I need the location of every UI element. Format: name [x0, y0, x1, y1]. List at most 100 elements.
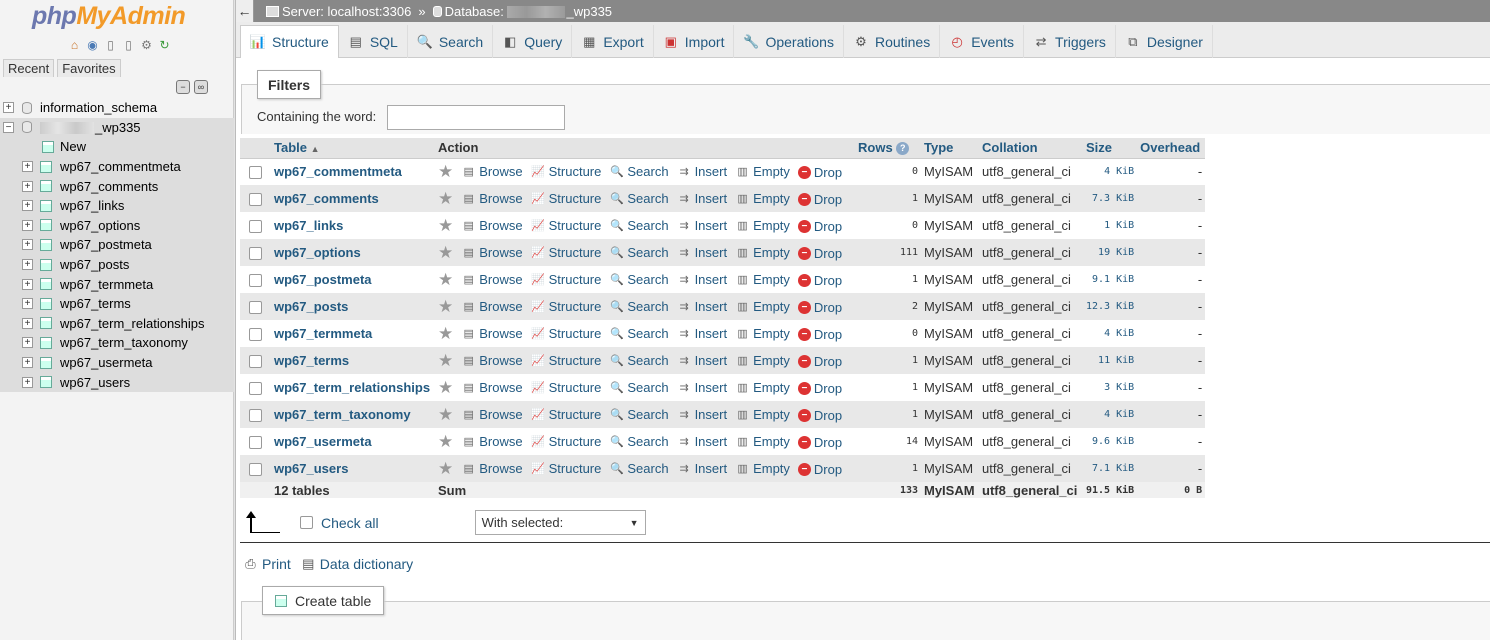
- expand-icon[interactable]: +: [22, 259, 33, 271]
- tab-events[interactable]: ◴ Events: [940, 25, 1025, 58]
- row-checkbox[interactable]: [249, 166, 262, 180]
- tab-sql[interactable]: ▤ SQL: [339, 25, 408, 58]
- row-checkbox[interactable]: [249, 355, 262, 369]
- drop-action[interactable]: − Drop: [797, 381, 842, 396]
- empty-action[interactable]: ▥ Empty: [735, 380, 790, 395]
- empty-action[interactable]: ▥ Empty: [735, 353, 790, 368]
- nav-resize-handle[interactable]: [234, 0, 236, 640]
- search-action[interactable]: 🔍 Search: [609, 407, 669, 422]
- search-action[interactable]: 🔍 Search: [609, 272, 669, 287]
- insert-action[interactable]: ⇉ Insert: [677, 191, 727, 206]
- search-action[interactable]: 🔍 Search: [609, 218, 669, 233]
- browse-action[interactable]: ▤ Browse: [461, 461, 523, 476]
- expand-icon[interactable]: +: [22, 278, 33, 290]
- search-action[interactable]: 🔍 Search: [609, 434, 669, 449]
- tree-label[interactable]: wp67_postmeta: [60, 237, 152, 252]
- tree-label[interactable]: wp67_terms: [60, 296, 131, 311]
- create-table-legend[interactable]: Create table: [262, 586, 385, 615]
- insert-action[interactable]: ⇉ Insert: [677, 218, 727, 233]
- check-all-checkbox[interactable]: [300, 516, 313, 529]
- structure-action[interactable]: 📈 Structure: [531, 407, 601, 422]
- table-name-link[interactable]: wp67_usermeta: [274, 434, 372, 449]
- rows-column-header[interactable]: Rows ?: [855, 138, 921, 159]
- browse-action[interactable]: ▤ Browse: [461, 353, 523, 368]
- tree-table-item[interactable]: + wp67_termmeta: [0, 274, 234, 294]
- table-name-link[interactable]: wp67_postmeta: [274, 272, 372, 287]
- structure-action[interactable]: 📈 Structure: [531, 245, 601, 260]
- table-name-link[interactable]: wp67_links: [274, 218, 343, 233]
- drop-action[interactable]: − Drop: [797, 246, 842, 261]
- tree-table-item[interactable]: + wp67_posts: [0, 254, 234, 275]
- structure-action[interactable]: 📈 Structure: [531, 218, 601, 233]
- structure-action[interactable]: 📈 Structure: [531, 434, 601, 449]
- expand-icon[interactable]: +: [22, 337, 33, 349]
- drop-action[interactable]: − Drop: [797, 165, 842, 180]
- empty-action[interactable]: ▥ Empty: [735, 272, 790, 287]
- table-name-link[interactable]: wp67_term_taxonomy: [274, 407, 411, 422]
- drop-action[interactable]: − Drop: [797, 300, 842, 315]
- favorite-star-icon[interactable]: ★: [438, 459, 453, 478]
- empty-action[interactable]: ▥ Empty: [735, 434, 790, 449]
- tab-export[interactable]: ▦ Export: [572, 25, 654, 58]
- insert-action[interactable]: ⇉ Insert: [677, 461, 727, 476]
- favorite-star-icon[interactable]: ★: [438, 189, 453, 208]
- tab-designer[interactable]: ⧉ Designer: [1116, 25, 1213, 58]
- structure-action[interactable]: 📈 Structure: [531, 353, 601, 368]
- tree-label[interactable]: wp67_comments: [60, 179, 158, 194]
- tree-table-item[interactable]: + wp67_links: [0, 195, 234, 216]
- browse-action[interactable]: ▤ Browse: [461, 434, 523, 449]
- browse-action[interactable]: ▤ Browse: [461, 326, 523, 341]
- row-checkbox[interactable]: [249, 247, 262, 261]
- phpmyadmin-logo[interactable]: phpMyAdmin: [32, 2, 186, 31]
- table-name-link[interactable]: wp67_users: [274, 461, 348, 476]
- tab-import[interactable]: ▣ Import: [654, 25, 735, 58]
- structure-action[interactable]: 📈 Structure: [531, 299, 601, 314]
- favorite-star-icon[interactable]: ★: [438, 216, 453, 235]
- empty-action[interactable]: ▥ Empty: [735, 461, 790, 476]
- row-checkbox[interactable]: [249, 220, 262, 234]
- collation-column-header[interactable]: Collation: [979, 138, 1083, 159]
- tree-table-item[interactable]: + wp67_options: [0, 215, 234, 236]
- browse-action[interactable]: ▤ Browse: [461, 380, 523, 395]
- structure-action[interactable]: 📈 Structure: [531, 164, 601, 179]
- empty-action[interactable]: ▥ Empty: [735, 164, 790, 179]
- tree-label[interactable]: wp67_posts: [60, 257, 129, 272]
- size-cell[interactable]: 9.1 KiB: [1083, 266, 1138, 293]
- check-all-label[interactable]: Check all: [321, 515, 379, 531]
- favorite-star-icon[interactable]: ★: [438, 378, 453, 397]
- tree-table-item[interactable]: + wp67_postmeta: [0, 235, 234, 255]
- favorite-star-icon[interactable]: ★: [438, 324, 453, 343]
- tree-table-item[interactable]: + wp67_term_relationships: [0, 313, 234, 334]
- insert-action[interactable]: ⇉ Insert: [677, 164, 727, 179]
- favorite-star-icon[interactable]: ★: [438, 270, 453, 289]
- tree-db-information-schema[interactable]: + information_schema: [0, 98, 234, 118]
- table-column-header[interactable]: Table ▲: [271, 138, 435, 159]
- tab-structure[interactable]: 📊 Structure: [240, 25, 339, 58]
- data-dictionary-link[interactable]: Data dictionary: [320, 556, 413, 572]
- search-action[interactable]: 🔍 Search: [609, 164, 669, 179]
- expand-icon[interactable]: +: [22, 161, 33, 173]
- expand-icon[interactable]: +: [22, 298, 33, 310]
- size-cell[interactable]: 7.1 KiB: [1083, 455, 1138, 482]
- expand-icon[interactable]: +: [22, 180, 33, 192]
- filter-input[interactable]: [387, 105, 565, 130]
- tree-label[interactable]: wp67_usermeta: [60, 355, 153, 370]
- row-checkbox[interactable]: [249, 301, 262, 315]
- insert-action[interactable]: ⇉ Insert: [677, 326, 727, 341]
- expand-icon[interactable]: +: [22, 376, 33, 388]
- expand-icon[interactable]: +: [3, 102, 14, 114]
- table-name-link[interactable]: wp67_term_relationships: [274, 380, 430, 395]
- row-checkbox[interactable]: [249, 274, 262, 288]
- insert-action[interactable]: ⇉ Insert: [677, 380, 727, 395]
- empty-action[interactable]: ▥ Empty: [735, 326, 790, 341]
- home-icon[interactable]: ⌂: [67, 37, 82, 52]
- tree-new-table[interactable]: New: [0, 137, 234, 157]
- collapse-icon[interactable]: −: [3, 121, 14, 133]
- insert-action[interactable]: ⇉ Insert: [677, 272, 727, 287]
- overhead-column-header[interactable]: Overhead: [1137, 138, 1206, 159]
- favorite-star-icon[interactable]: ★: [438, 243, 453, 262]
- print-link[interactable]: Print: [262, 556, 291, 572]
- size-cell[interactable]: 4 KiB: [1083, 401, 1138, 428]
- tree-table-item[interactable]: + wp67_comments: [0, 176, 234, 196]
- table-name-link[interactable]: wp67_commentmeta: [274, 164, 402, 179]
